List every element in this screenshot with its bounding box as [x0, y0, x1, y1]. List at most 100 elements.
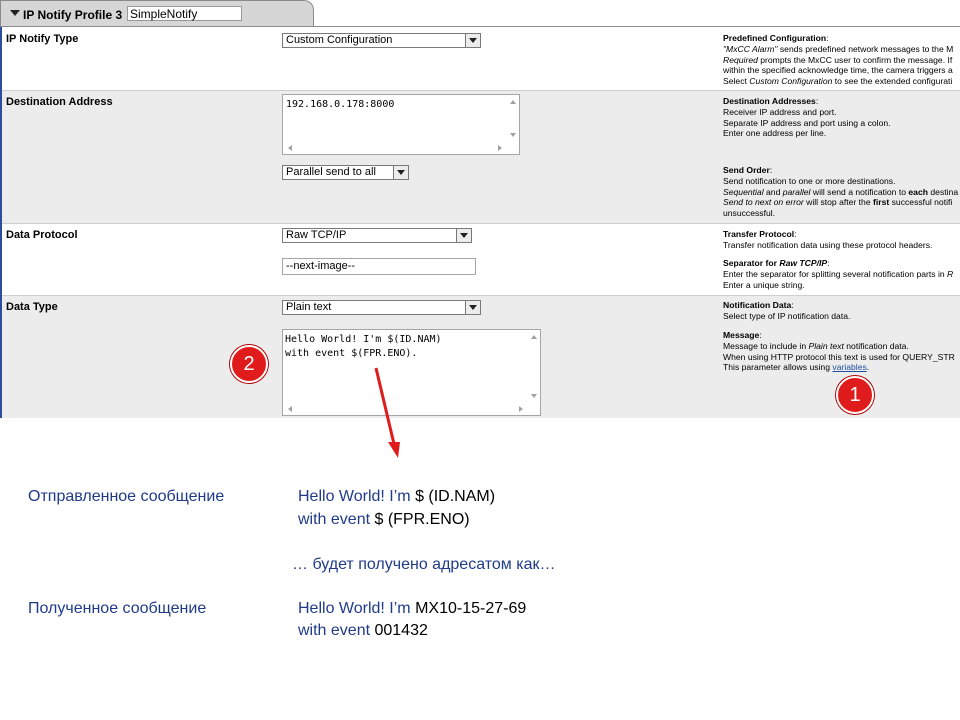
help-text: and	[763, 186, 783, 197]
protocol-select[interactable]: Raw TCP/IP	[282, 228, 472, 243]
help-text: Send notification to one or more destina…	[723, 175, 896, 186]
scroll-up-icon[interactable]	[510, 100, 516, 104]
help-heading: Notification Data	[723, 300, 792, 310]
help-text: Sequential	[723, 186, 764, 197]
help-heading: Raw TCP/IP	[779, 258, 828, 268]
separator-input[interactable]: --next-image--	[282, 258, 476, 275]
help-heading: Destination Addresses	[723, 96, 816, 106]
help-text: Plain text	[808, 340, 844, 351]
scroll-left-icon[interactable]	[288, 406, 292, 412]
transition-text: … будет получено адресатом как…	[292, 556, 556, 573]
profile-tab[interactable]: IP Notify Profile 3 SimpleNotify	[0, 0, 314, 27]
help-text: will send a notification to	[810, 186, 909, 197]
sent-variable: $ (FPR.ENO)	[374, 511, 470, 528]
scroll-down-icon[interactable]	[510, 133, 516, 137]
received-value: MX10-15-27-69	[415, 600, 527, 617]
chevron-down-icon[interactable]	[465, 301, 480, 314]
help-text: R	[947, 268, 954, 279]
help-text: Enter a unique string.	[723, 279, 805, 290]
help-text: Send to next on error	[723, 197, 804, 208]
scroll-down-icon[interactable]	[531, 394, 537, 398]
protocol-value: Raw TCP/IP	[286, 229, 347, 241]
marker-badge-1: 1	[836, 376, 874, 414]
help-text: unsuccessful.	[723, 208, 776, 219]
profile-name-input[interactable]: SimpleNotify	[127, 6, 242, 21]
row-divider	[2, 223, 960, 224]
help-text: destina	[928, 186, 959, 197]
scroll-left-icon[interactable]	[288, 145, 292, 151]
sent-message-line2: with event $ (FPR.ENO)	[298, 511, 470, 529]
destination-value: 192.168.0.178:8000	[286, 99, 395, 110]
help-text: When using HTTP protocol this text is us…	[723, 351, 955, 362]
vertical-scrollbar[interactable]	[528, 330, 540, 403]
received-text: Hello World! I’m	[298, 600, 416, 617]
scroll-right-icon[interactable]	[519, 406, 523, 412]
help-text: notification data.	[843, 340, 909, 351]
data-type-select[interactable]: Plain text	[282, 300, 481, 315]
notify-type-label: IP Notify Type	[6, 33, 79, 45]
help-text: parallel	[782, 186, 811, 197]
chevron-down-icon[interactable]	[456, 229, 471, 242]
help-text: first	[873, 197, 890, 208]
help-text: Receiver IP address and port.	[723, 106, 837, 117]
scroll-up-icon[interactable]	[531, 335, 537, 339]
protocol-label: Data Protocol	[6, 229, 78, 241]
help-text: Transfer notification data using these p…	[723, 239, 933, 250]
help-text: to see the extended configurati	[832, 76, 953, 87]
data-type-label: Data Type	[6, 301, 58, 313]
help-text: "MxCC Alarm"	[723, 43, 778, 54]
help-text: Select type of IP notification data.	[723, 310, 851, 321]
sent-message-line1: Hello World! I’m $ (ID.NAM)	[298, 488, 495, 506]
help-text: sends predefined network messages to the…	[777, 43, 954, 54]
data-type-value: Plain text	[286, 301, 332, 313]
help-text: Separate IP address and port using a col…	[723, 117, 891, 128]
destination-help: Destination Addresses: Receiver IP addre…	[723, 96, 891, 139]
vertical-scrollbar[interactable]	[507, 95, 519, 142]
help-text: each	[908, 186, 928, 197]
message-textarea[interactable]: Hello World! I'm $(ID.NAM) with event $(…	[282, 329, 541, 416]
separator-help: Separator for Raw TCP/IP: Enter the sepa…	[723, 258, 954, 290]
help-heading: Transfer Protocol	[723, 229, 795, 239]
help-heading: Message	[723, 330, 760, 340]
scroll-right-icon[interactable]	[498, 145, 502, 151]
received-message-line2: with event 001432	[298, 622, 428, 640]
data-type-help: Notification Data: Select type of IP not…	[723, 300, 851, 321]
chevron-down-icon[interactable]	[393, 166, 408, 179]
message-line: with event $(FPR.ENO).	[285, 348, 418, 359]
help-text: prompts the MxCC user to confirm the mes…	[757, 54, 953, 65]
help-heading: Predefined Configuration	[723, 33, 827, 43]
help-text: .	[866, 362, 870, 373]
notify-type-value: Custom Configuration	[286, 34, 393, 46]
received-message-label: Полученное сообщение	[28, 600, 207, 617]
received-message-line1: Hello World! I’m MX10-15-27-69	[298, 600, 526, 618]
help-text: Select	[723, 76, 750, 87]
notify-type-select[interactable]: Custom Configuration	[282, 33, 481, 48]
sent-variable: $ (ID.NAM)	[415, 488, 496, 505]
help-heading: Send Order	[723, 165, 770, 175]
marker-badge-2: 2	[230, 345, 268, 383]
send-order-help: Send Order: Send notification to one or …	[723, 165, 959, 219]
sent-text: with event	[298, 511, 375, 528]
message-line: Hello World! I'm $(ID.NAM)	[285, 334, 442, 345]
profile-tab-title: IP Notify Profile 3	[23, 8, 123, 22]
help-text: Enter one address per line.	[723, 128, 827, 139]
destination-label: Destination Address	[6, 96, 113, 108]
received-text: with event	[298, 622, 375, 639]
variables-link[interactable]: variables	[832, 362, 866, 372]
help-text: This parameter allows using	[723, 362, 833, 373]
collapse-arrow-icon[interactable]	[10, 10, 20, 16]
received-value: 001432	[374, 622, 428, 639]
row-divider	[2, 295, 960, 296]
destination-textarea[interactable]: 192.168.0.178:8000	[282, 94, 520, 155]
help-text: Message to include in	[723, 340, 809, 351]
help-text: within the specified acknowledge time, t…	[723, 65, 953, 76]
sent-message-label: Отправленное сообщение	[28, 488, 225, 505]
help-text: Enter the separator for splitting severa…	[723, 268, 948, 279]
horizontal-scrollbar[interactable]	[283, 142, 507, 154]
chevron-down-icon[interactable]	[465, 34, 480, 47]
send-order-select[interactable]: Parallel send to all	[282, 165, 409, 180]
row-divider	[2, 90, 960, 91]
help-text: will stop after the	[803, 197, 873, 208]
sent-text: Hello World! I’m	[298, 488, 416, 505]
help-text: Required	[723, 54, 758, 65]
